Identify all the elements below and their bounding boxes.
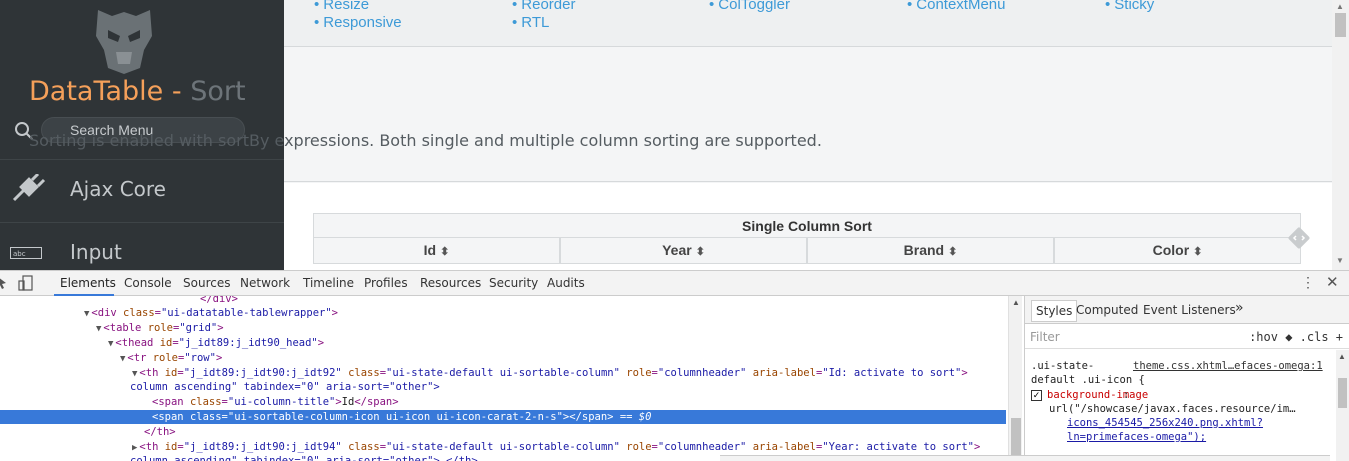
drawer-edge	[720, 455, 1330, 461]
sort-icon[interactable]: ⬍	[948, 246, 957, 258]
rule-source-link[interactable]: theme.css.xhtml…efaces-omega:1	[1133, 360, 1323, 372]
column-title: Color	[1152, 242, 1190, 258]
dom-node[interactable]: ▶ <th id="j_idt89:j_idt90:j_idt94" class=…	[132, 440, 980, 454]
scroll-up-icon[interactable]: ▲	[1336, 2, 1344, 11]
scroll-thumb[interactable]	[1338, 378, 1347, 408]
datatable-caption: Single Column Sort	[313, 213, 1301, 238]
column-title: Year	[662, 242, 692, 258]
devtools-panel: Elements Console Sources Network Timelin…	[0, 270, 1349, 461]
link-rtl[interactable]: RTL	[512, 14, 549, 31]
scroll-thumb[interactable]	[1011, 418, 1021, 458]
sort-icon[interactable]: ⬍	[696, 246, 705, 258]
column-header-year[interactable]: Year ⬍	[560, 238, 807, 264]
rule-colon: :	[1123, 389, 1130, 401]
page-title-primary: DataTable -	[29, 76, 191, 107]
rule-value[interactable]: url("/showcase/javax.faces.resource/im…	[1049, 403, 1296, 415]
close-icon[interactable]: ✕	[1326, 273, 1339, 291]
logo-icon	[96, 10, 152, 74]
device-toggle-icon[interactable]	[18, 275, 36, 291]
column-title: Id	[423, 242, 437, 258]
property-checkbox[interactable]: ✓	[1031, 390, 1042, 401]
link-contextmenu[interactable]: ContextMenu	[907, 0, 1005, 13]
column-header-brand[interactable]: Brand ⬍	[807, 238, 1054, 264]
inspect-icon[interactable]	[0, 276, 8, 290]
page-description: Sorting is enabled with sortBy expressio…	[29, 131, 822, 150]
scroll-up-icon[interactable]: ▲	[1012, 298, 1020, 307]
tab-styles[interactable]: Styles	[1031, 300, 1078, 322]
rule-value-url[interactable]: icons_454545_256x240.png.xhtml?	[1067, 417, 1263, 429]
dom-node[interactable]: </div>	[200, 296, 238, 306]
styles-filter-input[interactable]: Filter	[1030, 330, 1060, 344]
tab-computed[interactable]: Computed	[1076, 303, 1138, 317]
styles-pane: Styles Computed Event Listeners » Filter…	[1024, 296, 1349, 461]
code-view-icon[interactable]	[1287, 226, 1311, 250]
more-tabs-icon[interactable]: »	[1235, 300, 1244, 316]
dom-node[interactable]: ▼ <table role="grid">	[96, 321, 224, 335]
more-options-icon[interactable]: ⋮	[1301, 274, 1315, 291]
elements-scrollbar[interactable]: ▲	[1008, 296, 1022, 461]
column-header-id[interactable]: Id ⬍	[313, 238, 560, 264]
feature-links: Resize Reorder ColToggler ContextMenu St…	[284, 0, 1332, 47]
page-header	[284, 47, 1332, 182]
scroll-up-icon[interactable]: ▲	[1338, 352, 1346, 361]
tab-security[interactable]: Security	[489, 276, 538, 290]
link-reorder[interactable]: Reorder	[512, 0, 575, 13]
dom-node-selected[interactable]: <span class="ui-sortable-column-icon ui-…	[0, 410, 1006, 424]
tab-console[interactable]: Console	[124, 276, 172, 290]
column-title: Brand	[903, 242, 945, 258]
tab-audits[interactable]: Audits	[547, 276, 585, 290]
rule-value-url[interactable]: ln=primefaces-omega");	[1067, 431, 1206, 443]
column-header-color[interactable]: Color ⬍	[1054, 238, 1301, 264]
sidebar-item-label: Ajax Core	[70, 177, 166, 201]
tab-network[interactable]: Network	[240, 276, 290, 290]
rule-selector: .ui-state-	[1031, 360, 1095, 372]
tab-elements[interactable]: Elements	[60, 276, 116, 290]
dom-node[interactable]: <span class="ui-column-title">Id</span>	[152, 395, 399, 409]
dom-node[interactable]: ▼ <th id="j_idt89:j_idt90:j_idt92" class=…	[132, 366, 968, 380]
dom-node[interactable]: ▼ <div class="ui-datatable-tablewrapper">	[84, 306, 338, 320]
scroll-thumb[interactable]	[1335, 13, 1346, 37]
dom-node[interactable]: ▼ <tr role="row">	[120, 351, 222, 365]
link-responsive[interactable]: Responsive	[314, 14, 401, 31]
plug-icon	[12, 174, 46, 202]
dom-node[interactable]: ▼ <thead id="j_idt89:j_idt90_head">	[108, 336, 324, 350]
dom-node[interactable]: column ascending" tabindex="0" aria-sort…	[130, 380, 440, 394]
page-scrollbar[interactable]: ▲ ▼	[1332, 0, 1349, 270]
link-sticky[interactable]: Sticky	[1105, 0, 1154, 13]
sidebar-item-ajax-core[interactable]: Ajax Core	[0, 159, 284, 221]
styles-tabs: Styles Computed Event Listeners »	[1025, 296, 1349, 324]
sidebar-item-label: Input	[70, 240, 122, 264]
tab-event-listeners[interactable]: Event Listeners	[1143, 303, 1236, 317]
dom-node[interactable]: </th>	[144, 425, 176, 439]
scroll-down-icon[interactable]: ▼	[1336, 256, 1344, 265]
rule-property[interactable]: background-image	[1047, 389, 1148, 401]
sort-icon[interactable]: ⬍	[440, 246, 449, 258]
tab-profiles[interactable]: Profiles	[364, 276, 408, 290]
devtools-toolbar: Elements Console Sources Network Timelin…	[0, 271, 1349, 296]
link-coltoggler[interactable]: ColToggler	[709, 0, 790, 13]
input-field-icon: abc	[10, 247, 42, 259]
sort-icon[interactable]: ⬍	[1193, 246, 1202, 258]
dom-node[interactable]: column ascending" tabindex="0" aria-sort…	[130, 454, 478, 461]
link-resize[interactable]: Resize	[314, 0, 369, 13]
tab-timeline[interactable]: Timeline	[303, 276, 354, 290]
styles-scrollbar[interactable]: ▲	[1336, 350, 1349, 461]
rule-selector: default .ui-icon {	[1031, 374, 1145, 386]
page-title: DataTable - Sort	[29, 76, 246, 107]
styles-filter-tools[interactable]: :hov ◆ .cls +	[1249, 330, 1343, 344]
tab-resources[interactable]: Resources	[420, 276, 481, 290]
page-title-secondary: Sort	[190, 76, 246, 107]
tab-sources[interactable]: Sources	[183, 276, 230, 290]
svg-text:abc: abc	[13, 250, 26, 258]
elements-tree[interactable]: </div> ▼ <div class="ui-datatable-tablewra…	[0, 296, 1008, 461]
